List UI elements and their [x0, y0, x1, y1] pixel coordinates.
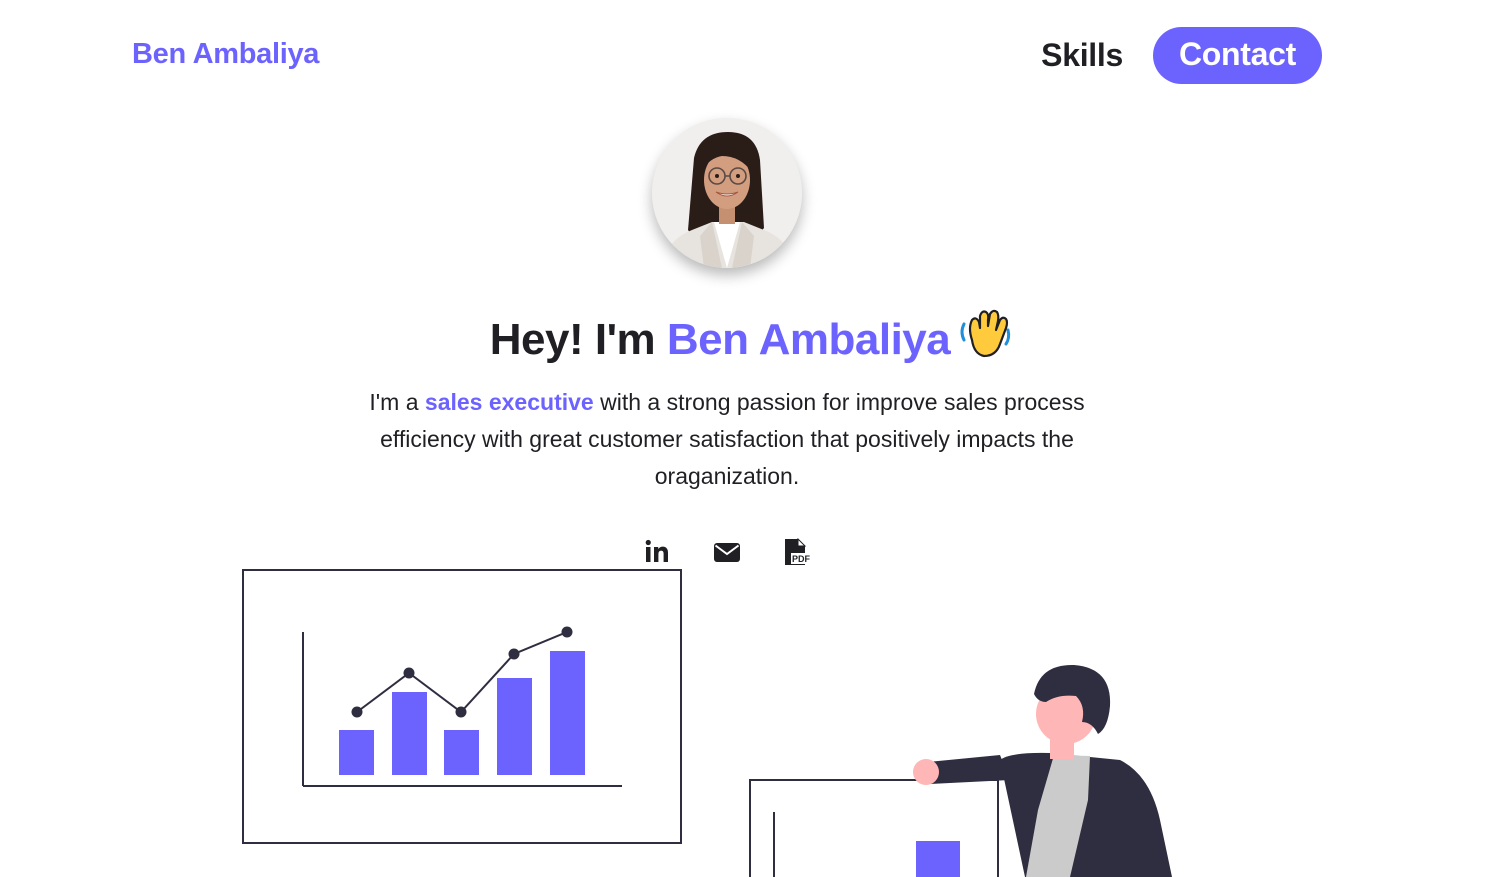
chart-bar: [550, 651, 585, 775]
chart-board: [242, 569, 682, 844]
chart-bar: [497, 678, 532, 775]
small-board: [749, 779, 999, 877]
chart-bar: [444, 730, 479, 775]
chart-bar: [339, 730, 374, 775]
presentation-illustration: [242, 569, 1172, 877]
chart-bar: [392, 692, 427, 775]
